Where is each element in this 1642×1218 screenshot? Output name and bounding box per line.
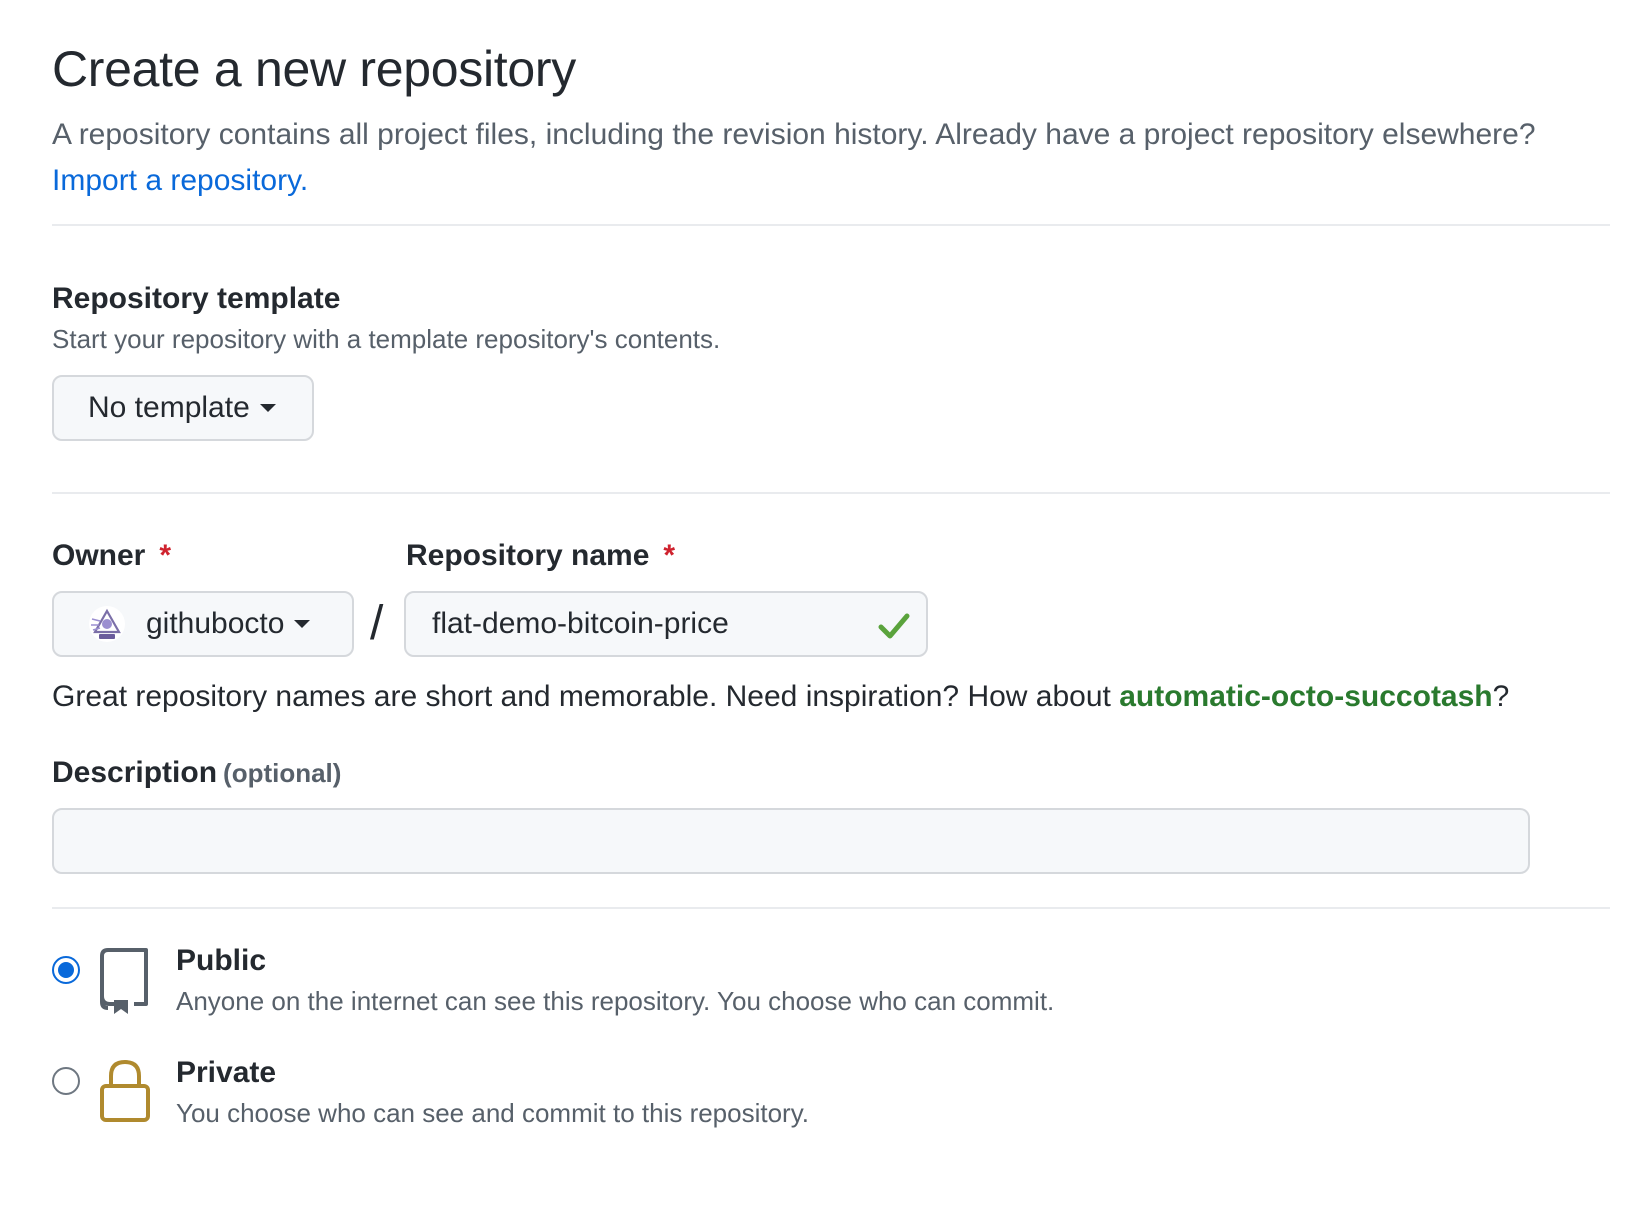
template-dropdown-button[interactable]: No template [52,375,314,441]
divider [52,224,1610,226]
check-icon [876,608,912,644]
repo-name-label-text: Repository name [406,539,650,572]
owner-label: Owner * [52,539,171,573]
description-label-text: Description [52,756,218,789]
description-input[interactable] [52,808,1530,874]
owner-repo-separator: / [370,597,384,650]
divider [52,907,1610,909]
optional-tag: (optional) [223,758,342,788]
lock-icon [98,1058,152,1124]
template-dropdown-label: No template [88,391,250,424]
public-option-description: Anyone on the internet can see this repo… [176,986,1055,1016]
page-description-text: A repository contains all project files,… [52,118,1536,151]
private-radio[interactable] [52,1067,80,1095]
chevron-down-icon [259,404,276,412]
repo-name-hint-text: Great repository names are short and mem… [52,680,1111,713]
template-heading: Repository template [52,282,341,315]
public-radio[interactable] [52,956,80,984]
hint-suffix: ? [1492,680,1510,713]
private-option-description: You choose who can see and commit to thi… [176,1098,810,1128]
page-description: A repository contains all project files,… [52,112,1572,204]
owner-dropdown-button[interactable]: githubocto [52,591,354,657]
public-option-title[interactable]: Public [176,944,266,978]
private-option-title[interactable]: Private [176,1056,276,1090]
repo-icon [98,946,152,1016]
avatar [88,605,126,643]
repo-name-label: Repository name * [406,539,675,573]
divider [52,492,1610,494]
required-marker: * [663,539,676,572]
import-repository-link[interactable]: Import a repository. [52,164,308,197]
repo-name-hint: Great repository names are short and mem… [52,680,1509,714]
template-note: Start your repository with a template re… [52,324,721,354]
required-marker: * [159,539,172,572]
page-title: Create a new repository [52,41,576,97]
description-label: Description (optional) [52,756,341,790]
chevron-down-icon [294,620,311,628]
repo-name-input[interactable]: flat-demo-bitcoin-price [404,591,928,657]
repo-name-value: flat-demo-bitcoin-price [432,607,729,640]
suggested-name-link[interactable]: automatic-octo-succotash [1119,680,1492,713]
owner-label-text: Owner [52,539,146,572]
owner-dropdown-label: githubocto [146,607,285,640]
